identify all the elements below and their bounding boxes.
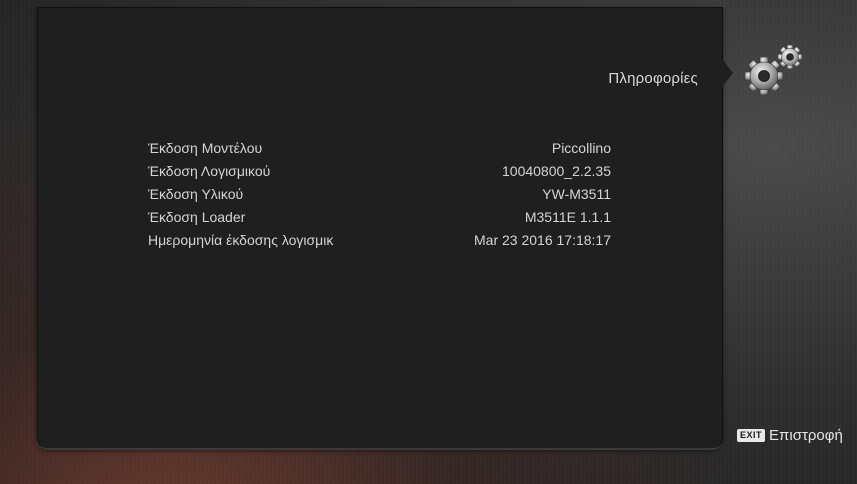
panel-pointer	[719, 55, 733, 91]
info-value: M3511E 1.1.1	[524, 209, 611, 225]
info-row-loader: Έκδοση Loader M3511E 1.1.1	[148, 206, 611, 229]
exit-key-icon: EXIT	[737, 429, 766, 442]
exit-hint[interactable]: EXIT Επιστροφή	[737, 427, 843, 444]
info-label: Έκδοση Υλικού	[148, 186, 244, 202]
exit-label: Επιστροφή	[769, 427, 843, 444]
gears-icon	[738, 40, 808, 102]
info-row-date: Ημερομηνία έκδοσης λογισμικ Mar 23 2016 …	[148, 229, 611, 252]
info-value: Mar 23 2016 17:18:17	[474, 232, 611, 248]
info-list: Έκδοση Μοντέλου Piccollino Έκδοση Λογισμ…	[148, 137, 611, 252]
info-value: Piccollino	[551, 140, 611, 156]
info-row-software: Έκδοση Λογισμικού 10040800_2.2.35	[148, 160, 611, 183]
info-label: Ημερομηνία έκδοσης λογισμικ	[148, 232, 334, 248]
info-row-hardware: Έκδοση Υλικού YW-M3511	[148, 183, 611, 206]
tv-screen: Πληροφορίες Έκδοση Μοντέλου Piccollino Έ…	[0, 0, 857, 484]
info-row-model: Έκδοση Μοντέλου Piccollino	[148, 137, 611, 160]
info-value: YW-M3511	[542, 186, 611, 202]
info-label: Έκδοση Loader	[148, 209, 246, 225]
page-title: Πληροφορίες	[608, 70, 698, 87]
info-label: Έκδοση Μοντέλου	[148, 140, 263, 156]
info-label: Έκδοση Λογισμικού	[148, 163, 271, 179]
info-value: 10040800_2.2.35	[502, 163, 611, 179]
